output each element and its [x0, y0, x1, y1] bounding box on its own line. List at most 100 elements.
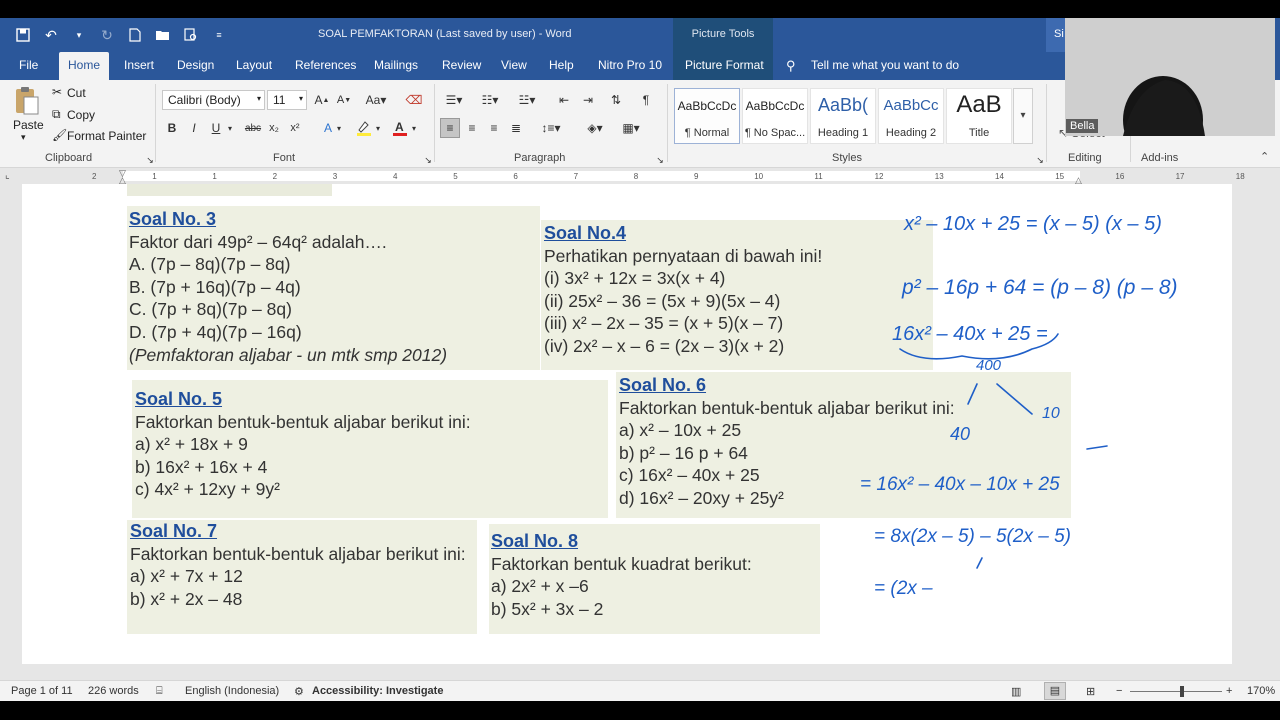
print-layout-icon[interactable]: ▤: [1044, 682, 1066, 700]
style-no-spacing[interactable]: AaBbCcDc ¶ No Spac...: [742, 88, 808, 144]
accessibility-status[interactable]: Accessibility: Investigate: [312, 685, 443, 697]
tab-view[interactable]: View: [492, 52, 536, 80]
style-normal[interactable]: AaBbCcDc ¶ Normal: [674, 88, 740, 144]
underline-icon[interactable]: U: [206, 118, 226, 138]
strikethrough-icon[interactable]: abc: [243, 118, 263, 138]
borders-icon[interactable]: ▦▾: [616, 118, 646, 138]
divider: [1046, 84, 1047, 162]
tab-design[interactable]: Design: [168, 52, 223, 80]
font-launcher-icon[interactable]: ↘: [418, 150, 438, 170]
align-left-icon[interactable]: ≡: [440, 118, 460, 138]
styles-more-icon[interactable]: ▾: [1013, 88, 1033, 144]
paste-button[interactable]: Paste: [13, 118, 44, 132]
tab-selector-icon[interactable]: ⌞: [5, 170, 10, 181]
tab-layout[interactable]: Layout: [227, 52, 281, 80]
copy-icon[interactable]: ⧉: [52, 107, 61, 122]
ruler-tick-label: 5: [453, 172, 458, 181]
style-heading-2[interactable]: AaBbCc Heading 2: [878, 88, 944, 144]
cut-button[interactable]: Cut: [67, 86, 86, 100]
proofing-icon[interactable]: ⌸: [156, 685, 163, 698]
language-indicator[interactable]: English (Indonesia): [185, 685, 279, 697]
decrease-indent-icon[interactable]: ⇤: [554, 90, 574, 110]
clear-formatting-icon[interactable]: ⌫: [404, 90, 424, 110]
horizontal-ruler[interactable]: ⌞ 2 1 1 2 3 4 5 6 7 8 9 10 11 12 13 14 15 16 17 18 ▽ △ △: [0, 168, 1280, 185]
paragraph-group-label: Paragraph: [514, 152, 566, 164]
redo-icon[interactable]: ↻: [94, 22, 120, 48]
line-spacing-icon[interactable]: ↕≡▾: [536, 118, 566, 138]
align-center-icon[interactable]: ≡: [462, 118, 482, 138]
zoom-out-icon[interactable]: −: [1116, 685, 1122, 697]
cut-icon[interactable]: ✂: [52, 85, 62, 99]
undo-dropdown-icon[interactable]: ▾: [66, 22, 92, 48]
undo-icon[interactable]: ↶: [38, 22, 64, 48]
justify-icon[interactable]: ≣: [506, 118, 526, 138]
underline-dropdown-icon[interactable]: ▾: [225, 118, 235, 138]
copy-button[interactable]: Copy: [67, 108, 95, 122]
tab-references[interactable]: References: [286, 52, 365, 80]
superscript-icon[interactable]: x²: [285, 118, 305, 138]
font-name-select[interactable]: Calibri (Body) ▾: [162, 90, 265, 110]
tab-help[interactable]: Help: [540, 52, 583, 80]
read-mode-icon[interactable]: ▥: [1011, 685, 1021, 698]
chevron-down-icon: ▾: [298, 94, 303, 103]
clipboard-launcher-icon[interactable]: ↘: [140, 150, 160, 170]
change-case-icon[interactable]: Aa▾: [362, 90, 390, 110]
ruler-tick-label: 13: [934, 172, 944, 181]
page-count[interactable]: Page 1 of 11: [11, 685, 73, 697]
tell-me-search[interactable]: Tell me what you want to do: [802, 52, 968, 80]
font-size-select[interactable]: 11 ▾: [267, 90, 307, 110]
show-formatting-marks-icon[interactable]: ¶: [636, 90, 656, 110]
picture-tools-context-label: Picture Tools: [673, 18, 773, 52]
shading-icon[interactable]: ◈▾: [580, 118, 610, 138]
multilevel-list-icon[interactable]: ☳▾: [512, 90, 542, 110]
tab-file[interactable]: File: [10, 52, 47, 80]
shrink-font-icon[interactable]: A ▼: [334, 90, 354, 110]
format-painter-button[interactable]: Format Painter: [67, 129, 146, 143]
ink-line: 10: [1042, 405, 1060, 422]
paste-dropdown-icon[interactable]: ▾: [21, 132, 26, 143]
collapse-ribbon-icon[interactable]: ⌃: [1260, 150, 1269, 163]
font-color-icon[interactable]: A: [390, 118, 410, 138]
numbering-icon[interactable]: ☷▾: [476, 90, 504, 110]
document-page[interactable]: Soal No. 3 Faktor dari 49p² – 64q² adala…: [22, 184, 1232, 664]
tab-picture-format[interactable]: Picture Format: [676, 52, 773, 80]
bold-icon[interactable]: B: [162, 118, 182, 138]
subscript-icon[interactable]: x₂: [264, 118, 284, 138]
highlight-dropdown-icon[interactable]: ▾: [373, 118, 383, 138]
highlight-color-icon[interactable]: [354, 118, 374, 138]
tab-home[interactable]: Home: [59, 52, 110, 80]
font-color-dropdown-icon[interactable]: ▾: [409, 118, 419, 138]
zoom-slider[interactable]: [1130, 691, 1222, 692]
align-right-icon[interactable]: ≡: [484, 118, 504, 138]
status-bar: Page 1 of 11 226 words ⌸ English (Indone…: [0, 680, 1280, 701]
tab-review[interactable]: Review: [433, 52, 490, 80]
style-title[interactable]: AaB Title: [946, 88, 1012, 144]
print-preview-icon[interactable]: [178, 22, 204, 48]
style-heading-1[interactable]: AaBb( Heading 1: [810, 88, 876, 144]
zoom-level[interactable]: 170%: [1247, 685, 1275, 697]
tab-nitro-pro[interactable]: Nitro Pro 10: [589, 52, 671, 80]
zoom-in-icon[interactable]: +: [1226, 685, 1232, 697]
ruler-tick-label: 1: [212, 172, 217, 181]
sort-icon[interactable]: ⇅: [606, 90, 626, 110]
new-document-icon[interactable]: [122, 22, 148, 48]
italic-icon[interactable]: I: [184, 118, 204, 138]
text-effects-dropdown-icon[interactable]: ▾: [334, 118, 344, 138]
tab-insert[interactable]: Insert: [115, 52, 163, 80]
accessibility-icon[interactable]: ⚙: [294, 685, 304, 698]
zoom-slider-thumb[interactable]: [1180, 686, 1184, 697]
open-folder-icon[interactable]: [150, 22, 176, 48]
lightbulb-icon: ⚲: [786, 58, 796, 73]
customize-qat-icon[interactable]: ≡: [206, 22, 232, 48]
tab-mailings[interactable]: Mailings: [365, 52, 427, 80]
addins-group-label: Add-ins: [1141, 152, 1179, 164]
increase-indent-icon[interactable]: ⇥: [578, 90, 598, 110]
bullets-icon[interactable]: ☰▾: [440, 90, 468, 110]
paste-icon[interactable]: [10, 86, 46, 116]
styles-launcher-icon[interactable]: ↘: [1030, 150, 1050, 170]
grow-font-icon[interactable]: A ▲: [312, 90, 332, 110]
word-count[interactable]: 226 words: [88, 685, 139, 697]
save-icon[interactable]: [10, 22, 36, 48]
format-painter-icon[interactable]: 🖌: [52, 128, 67, 142]
web-layout-icon[interactable]: ⊞: [1086, 685, 1095, 698]
